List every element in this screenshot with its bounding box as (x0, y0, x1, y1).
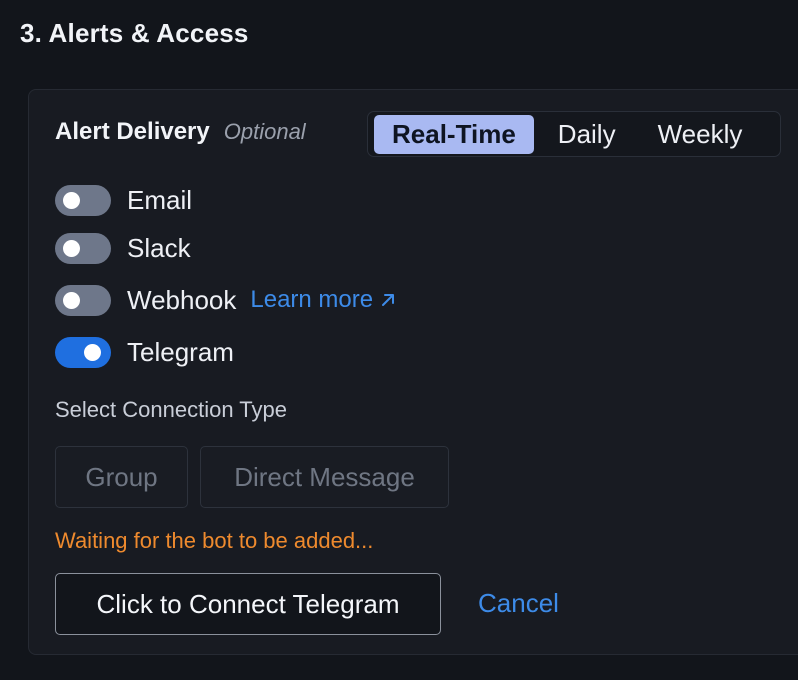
toggle-knob (63, 239, 80, 257)
alert-delivery-panel: Alert Delivery Optional Real-Time Daily … (28, 89, 798, 655)
alert-delivery-header: Alert Delivery Optional (55, 118, 306, 146)
external-arrow-icon (382, 294, 395, 306)
section-title: 3. Alerts & Access (20, 18, 249, 48)
telegram-label: Telegram (127, 336, 234, 367)
webhook-toggle[interactable] (55, 284, 111, 316)
slack-label: Slack (127, 232, 191, 263)
channel-row-slack: Slack (55, 231, 397, 265)
channel-row-email: Email (55, 183, 397, 217)
learn-more-label: Learn more (250, 286, 374, 313)
telegram-toggle[interactable] (55, 336, 111, 368)
webhook-label: Webhook (127, 284, 237, 315)
frequency-option-daily[interactable]: Daily (540, 115, 634, 154)
toggle-knob (63, 191, 80, 209)
cancel-link[interactable]: Cancel (478, 588, 559, 619)
connection-group-button[interactable]: Group (55, 446, 188, 508)
channel-row-telegram: Telegram (55, 335, 397, 369)
email-label: Email (127, 184, 193, 215)
frequency-option-weekly[interactable]: Weekly (640, 115, 761, 154)
toggle-knob (63, 291, 80, 309)
slack-toggle[interactable] (55, 232, 111, 264)
connection-type-label: Select Connection Type (55, 397, 287, 422)
connect-telegram-button[interactable]: Click to Connect Telegram (55, 573, 441, 635)
learn-more-link[interactable]: Learn more (250, 286, 397, 314)
frequency-option-real-time[interactable]: Real-Time (374, 114, 534, 154)
waiting-status-text: Waiting for the bot to be added... (55, 528, 374, 553)
channel-toggles: Email Slack Webhook Learn more Telegram (55, 183, 397, 383)
optional-label: Optional (223, 119, 306, 144)
toggle-knob (84, 343, 101, 361)
frequency-segmented-control: Real-Time Daily Weekly (367, 111, 782, 157)
connection-direct-message-button[interactable]: Direct Message (200, 446, 449, 508)
alert-delivery-label: Alert Delivery (55, 118, 210, 145)
email-toggle[interactable] (55, 184, 111, 216)
channel-row-webhook: Webhook Learn more (55, 283, 397, 317)
